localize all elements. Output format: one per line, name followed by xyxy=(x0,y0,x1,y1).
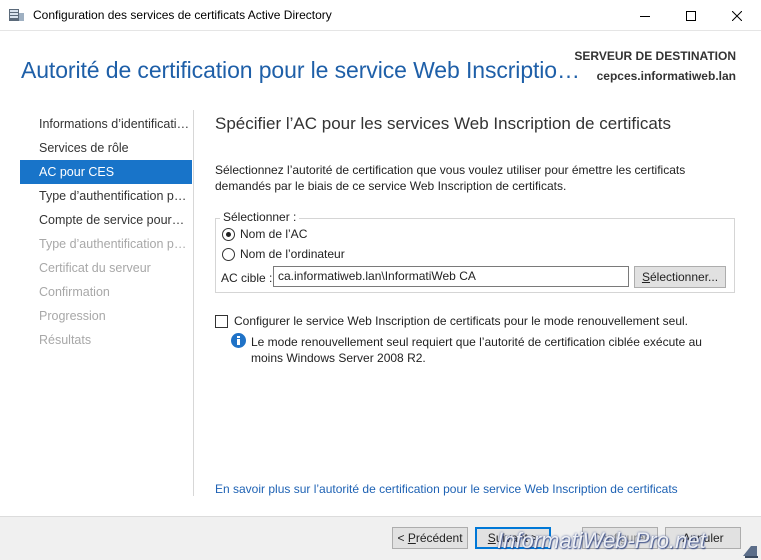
renewal-info-text: Le mode renouvellement seul requiert que… xyxy=(251,335,702,365)
radio-ca-name-label: Nom de l’AC xyxy=(240,227,308,241)
content-description: Sélectionnez l’autorité de certification… xyxy=(215,163,686,193)
minimize-button[interactable] xyxy=(622,0,668,31)
target-ca-field[interactable]: ca.informatiweb.lan\InformatiWeb CA xyxy=(273,266,629,287)
radio-computer-name-indicator[interactable] xyxy=(222,247,235,261)
nav-item-confirmation: Confirmation xyxy=(39,285,110,299)
maximize-button[interactable] xyxy=(668,0,714,31)
close-icon xyxy=(732,10,742,21)
info-icon xyxy=(231,333,246,348)
title-bar: Configuration des services de certificat… xyxy=(0,0,761,31)
window-title: Configuration des services de certificat… xyxy=(33,8,332,22)
nav-item-server-certificate: Certificat du serveur xyxy=(39,261,151,275)
maximize-icon xyxy=(686,10,696,21)
nav-item-authentication-type-2: Type d’authentification po… xyxy=(39,237,192,251)
nav-item-ca-for-ces[interactable]: AC pour CES xyxy=(20,160,192,184)
watermark-logo: InformatiWeb-Pro.net xyxy=(497,528,706,553)
nav-item-results: Résultats xyxy=(39,333,92,347)
renewal-only-option[interactable]: Configurer le service Web Inscription de… xyxy=(215,314,688,328)
wizard-nav: Informations d’identificati… Services de… xyxy=(20,112,192,352)
nav-item-authentication-type[interactable]: Type d’authentification po… xyxy=(20,184,192,208)
nav-divider xyxy=(193,110,194,496)
nav-item-progress: Progression xyxy=(39,309,106,323)
destination-server-name: cepces.informatiweb.lan xyxy=(596,69,736,83)
select-group-label: Sélectionner : xyxy=(220,210,300,224)
page-title: Autorité de certification pour le servic… xyxy=(21,57,580,83)
nav-item-service-account[interactable]: Compte de service pour… xyxy=(20,208,192,232)
radio-ca-name[interactable]: Nom de l’AC xyxy=(222,227,307,241)
content-title: Spécifier l’AC pour les services Web Ins… xyxy=(215,114,672,133)
minimize-icon xyxy=(640,15,650,17)
radio-ca-name-indicator[interactable] xyxy=(222,227,235,241)
renewal-only-checkbox[interactable] xyxy=(215,314,228,328)
radio-computer-name[interactable]: Nom de l’ordinateur xyxy=(222,247,345,261)
renewal-only-label: Configurer le service Web Inscription de… xyxy=(234,314,688,328)
select-ca-button-label: électionner... xyxy=(649,270,719,284)
radio-computer-name-label: Nom de l’ordinateur xyxy=(240,247,345,261)
select-ca-button[interactable]: Sélectionner... xyxy=(634,266,726,288)
previous-button[interactable]: < Précédent xyxy=(392,527,468,549)
destination-server-label: SERVEUR DE DESTINATION xyxy=(574,49,736,63)
resize-grip-icon[interactable] xyxy=(741,542,759,558)
server-manager-icon xyxy=(9,9,24,21)
nav-item-role-services[interactable]: Services de rôle xyxy=(20,136,192,160)
learn-more-link[interactable]: En savoir plus sur l’autorité de certifi… xyxy=(215,482,678,496)
nav-item-credentials[interactable]: Informations d’identificati… xyxy=(20,112,192,136)
close-button[interactable] xyxy=(714,0,760,31)
target-ca-label: AC cible : xyxy=(221,271,273,285)
